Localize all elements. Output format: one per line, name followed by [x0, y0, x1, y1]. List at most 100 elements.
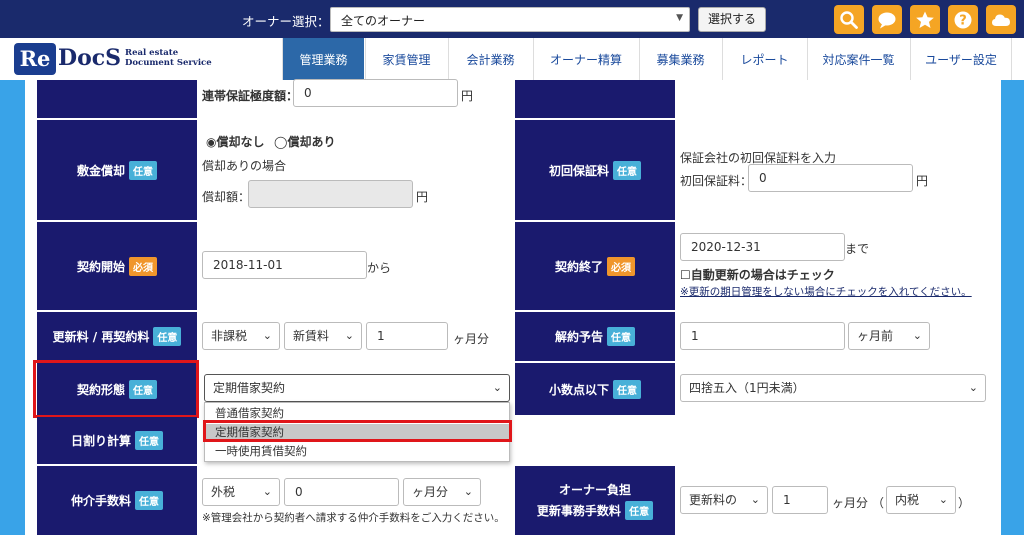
- owner-burden-label-line2-wrap: 更新事務手数料 任意: [536, 501, 654, 520]
- decimal-value: 四捨五入（1円未満）: [689, 381, 805, 395]
- owner-burden-tax-select[interactable]: 内税 ⌄: [886, 486, 956, 514]
- cancel-notice-unit-select[interactable]: ヶ月前 ⌄: [848, 322, 930, 350]
- logo-subtitle-line2: Document Service: [125, 58, 212, 68]
- owner-burden-label-line1: オーナー負担: [558, 483, 631, 497]
- cancel-notice-unit-value: ヶ月前: [857, 329, 894, 343]
- chevron-down-icon: ⌄: [938, 493, 948, 506]
- decimal-select[interactable]: 四捨五入（1円未満） ⌄: [680, 374, 986, 402]
- chevron-down-icon: ⌄: [912, 329, 922, 342]
- contract-start-suffix: から: [367, 261, 392, 275]
- contract-type-select[interactable]: 定期借家契約 ⌄: [204, 374, 510, 402]
- chevron-down-icon: ⌄: [344, 329, 354, 342]
- chat-icon: [878, 12, 896, 28]
- optional-badge: 任意: [153, 327, 182, 346]
- optional-badge: 任意: [613, 160, 641, 180]
- owner-burden-unit: ヶ月分: [832, 496, 869, 510]
- owner-select[interactable]: 全てのオーナー ▼: [330, 7, 690, 32]
- blank-label-cell: [515, 80, 675, 118]
- guarantee-label-cell: [37, 80, 197, 118]
- select-owner-button[interactable]: 選択する: [698, 7, 766, 32]
- cancel-notice-input[interactable]: 1: [680, 322, 845, 350]
- contract-end-input[interactable]: 2020-12-31: [680, 233, 845, 261]
- owner-burden-paren-open: （: [872, 496, 885, 510]
- selected-option-highlight: [203, 420, 512, 442]
- auto-renew-checkbox-label: 自動更新の場合はチェック: [690, 268, 835, 282]
- decimal-label: 小数点以下: [548, 382, 609, 397]
- chat-button[interactable]: [872, 5, 902, 34]
- chevron-down-icon: ⌄: [262, 329, 272, 342]
- tab-management[interactable]: 管理業務: [282, 38, 364, 80]
- renewal-unit: ヶ月分: [453, 332, 490, 346]
- required-badge: 必須: [129, 256, 157, 276]
- decimal-label-cell: 小数点以下 任意: [515, 363, 675, 415]
- right-gutter: [1001, 80, 1024, 535]
- brokerage-amount-input[interactable]: 0: [284, 478, 399, 506]
- deposit-radio-none-label: 償却なし: [216, 135, 265, 149]
- deposit-amount-unit: 円: [416, 190, 429, 204]
- cancel-notice-label-cell: 解約予告 任意: [515, 312, 675, 361]
- brokerage-label-cell: 仲介手数料 任意: [37, 466, 197, 535]
- brokerage-unit-value: ヶ月分: [412, 485, 449, 499]
- renewal-tax-select[interactable]: 非課税 ⌄: [202, 322, 280, 350]
- optional-badge: 任意: [135, 491, 163, 510]
- initial-fee-label-cell: 初回保証料 任意: [515, 120, 675, 220]
- renewal-basis-value: 新賃料: [293, 329, 330, 343]
- cloud-icon: [992, 14, 1010, 26]
- help-button[interactable]: ?: [948, 5, 978, 34]
- optional-badge: 任意: [613, 379, 641, 399]
- chevron-down-icon: ⌄: [262, 485, 272, 498]
- contract-type-highlight: [33, 360, 199, 418]
- search-button[interactable]: [834, 5, 864, 34]
- contract-type-option[interactable]: 一時使用賃借契約: [205, 443, 509, 460]
- tab-accounting[interactable]: 会計業務: [448, 38, 532, 80]
- contract-end-label: 契約終了: [554, 259, 603, 274]
- help-icon: ?: [954, 11, 972, 28]
- brokerage-tax-select[interactable]: 外税 ⌄: [202, 478, 280, 506]
- deposit-radio-none[interactable]: ◉償却なし: [206, 133, 265, 150]
- deposit-amount-input[interactable]: [248, 180, 413, 208]
- chevron-down-icon: ⌄: [492, 381, 502, 394]
- tab-report[interactable]: レポート: [722, 38, 806, 80]
- renewal-tax-value: 非課税: [211, 329, 248, 343]
- cloud-button[interactable]: [986, 5, 1016, 34]
- brokerage-unit-select[interactable]: ヶ月分 ⌄: [403, 478, 481, 506]
- deposit-radio-yes[interactable]: ◯償却あり: [274, 133, 335, 150]
- initial-fee-label: 初回保証料: [548, 163, 609, 178]
- favorite-button[interactable]: [910, 5, 940, 34]
- contract-start-label: 契約開始: [76, 259, 125, 274]
- brokerage-label: 仲介手数料: [70, 494, 131, 508]
- renewal-label: 更新料 / 再契約料: [52, 330, 150, 344]
- guarantee-input[interactable]: 0: [293, 79, 458, 107]
- tab-owner-settlement[interactable]: オーナー精算: [533, 38, 638, 80]
- chevron-down-icon: ⌄: [463, 485, 473, 498]
- daily-calc-label-cell: 日割り計算 任意: [37, 417, 197, 464]
- deposit-note: 償却ありの場合: [202, 159, 287, 173]
- contract-end-suffix: まで: [845, 242, 870, 256]
- contract-end-label-cell: 契約終了 必須: [515, 222, 675, 310]
- contract-start-input[interactable]: 2018-11-01: [202, 251, 367, 279]
- owner-burden-basis-value: 更新料の: [689, 493, 738, 507]
- contract-type-value: 定期借家契約: [213, 381, 286, 395]
- tab-recruitment[interactable]: 募集業務: [639, 38, 721, 80]
- brokerage-tax-value: 外税: [211, 485, 236, 499]
- logo-subtitle: Real estate Document Service: [125, 48, 212, 68]
- optional-badge: 任意: [607, 327, 635, 346]
- chevron-down-icon: ▼: [676, 13, 683, 23]
- guarantee-field-label: 連帯保証極度額：: [202, 89, 299, 103]
- tab-cases[interactable]: 対応案件一覧: [807, 38, 909, 80]
- svg-text:?: ?: [959, 13, 967, 28]
- tab-rent[interactable]: 家賃管理: [365, 38, 447, 80]
- initial-fee-input[interactable]: 0: [748, 164, 913, 192]
- optional-badge: 任意: [135, 431, 163, 450]
- owner-burden-label-line2: 更新事務手数料: [536, 504, 621, 518]
- daily-calc-label: 日割り計算: [70, 434, 131, 448]
- star-icon: [916, 11, 934, 28]
- renewal-basis-select[interactable]: 新賃料 ⌄: [284, 322, 362, 350]
- chevron-down-icon: ⌄: [968, 381, 978, 394]
- owner-burden-tax-value: 内税: [895, 493, 920, 507]
- owner-burden-basis-select[interactable]: 更新料の ⌄: [680, 486, 768, 514]
- owner-burden-amount-input[interactable]: 1: [772, 486, 828, 514]
- tab-user-settings[interactable]: ユーザー設定: [910, 38, 1012, 80]
- auto-renew-checkbox[interactable]: ☐自動更新の場合はチェック: [680, 266, 835, 283]
- renewal-amount-input[interactable]: 1: [366, 322, 448, 350]
